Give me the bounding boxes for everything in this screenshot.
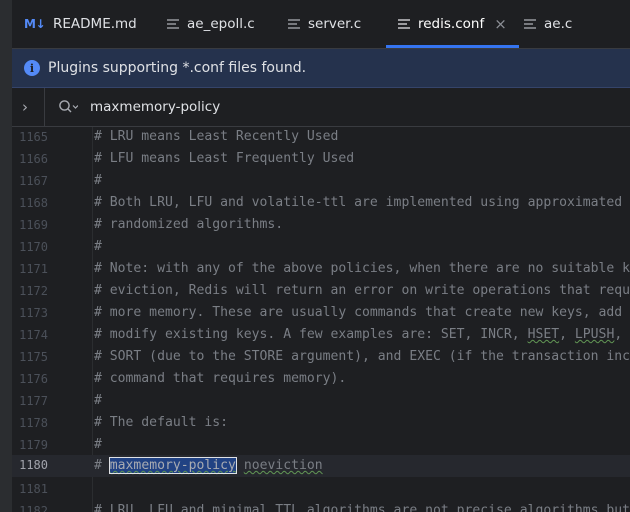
- line-number: 1166: [19, 152, 48, 166]
- line-number: 1172: [19, 284, 48, 298]
- code-segment: , SUNIONSTORE,: [614, 327, 623, 342]
- code-line: 1175 # SORT (due to the STORE argument), …: [12, 347, 630, 369]
- current-code-line: 1180 # maxmemory-policy noeviction: [12, 455, 630, 477]
- left-tool-strip: [0, 0, 12, 512]
- line-number: 1176: [19, 372, 48, 386]
- line-text: # Note: with any of the above policies, …: [94, 261, 630, 276]
- code-line: 1165 # LRU means Least Recently Used: [12, 127, 630, 149]
- line-number: 1173: [19, 306, 48, 320]
- code-segment: # modify existing keys. A few examples a…: [94, 327, 528, 342]
- line-text: #: [94, 437, 102, 452]
- find-bar: ›: [12, 88, 630, 127]
- divider: [44, 88, 45, 126]
- line-text: # randomized algorithms.: [94, 217, 284, 232]
- line-text: # command that requires memory).: [94, 371, 347, 386]
- line-text: # modify existing keys. A few examples a…: [94, 327, 630, 342]
- chevron-right-icon[interactable]: ›: [22, 98, 28, 116]
- code-line: 1177 #: [12, 391, 630, 413]
- code-segment: ,: [559, 327, 575, 342]
- line-number: 1168: [19, 196, 48, 210]
- line-number: 1167: [19, 174, 48, 188]
- line-number: 1165: [19, 130, 48, 144]
- code-line: 1170 #: [12, 237, 630, 259]
- line-number: 1174: [19, 328, 48, 342]
- tab-ae-epoll[interactable]: ae_epoll.c: [167, 0, 255, 48]
- line-number: 1170: [19, 240, 48, 254]
- editor-tab-bar: M↓ README.md ae_epoll.c server.c redis.c…: [12, 0, 630, 49]
- line-number: 1178: [19, 416, 48, 430]
- code-line: 1176 # command that requires memory).: [12, 369, 630, 391]
- line-text: # more memory. These are usually command…: [94, 305, 630, 320]
- code-line: 1178 # The default is:: [12, 413, 630, 435]
- close-icon[interactable]: ×: [494, 15, 507, 33]
- line-text: # LFU means Least Frequently Used: [94, 151, 355, 166]
- line-text: # Both LRU, LFU and volatile-ttl are imp…: [94, 195, 623, 210]
- code-editor[interactable]: 1165 # LRU means Least Recently Used 1166…: [12, 127, 630, 512]
- tab-label: README.md: [53, 16, 137, 32]
- notification-text: Plugins supporting *.conf files found.: [48, 60, 307, 76]
- tab-readme[interactable]: M↓ README.md: [24, 0, 137, 48]
- spelling-warning: noeviction: [243, 458, 323, 473]
- tab-label: server.c: [308, 16, 362, 32]
- code-line: 1168 # Both LRU, LFU and volatile-ttl are…: [12, 193, 630, 215]
- search-match-highlight: maxmemory-policy: [108, 457, 237, 474]
- code-line: 1172 # eviction, Redis will return an err…: [12, 281, 630, 303]
- line-text: #: [94, 393, 102, 408]
- text-file-icon: [288, 19, 300, 29]
- line-number: 1175: [19, 350, 48, 364]
- line-text: # LRU means Least Recently Used: [94, 129, 339, 144]
- markdown-icon: M↓: [24, 17, 46, 31]
- code-line: 1174 # modify existing keys. A few exampl…: [12, 325, 630, 347]
- tab-ae-c[interactable]: ae.c: [524, 0, 572, 48]
- code-line: 1173 # more memory. These are usually com…: [12, 303, 630, 325]
- text-file-icon: [398, 19, 410, 29]
- code-line: 1171 # Note: with any of the above polici…: [12, 259, 630, 281]
- plugin-notification-banner: i Plugins supporting *.conf files found.: [12, 49, 630, 88]
- line-number: 1181: [19, 482, 48, 496]
- spelling-warning: LPUSH: [574, 327, 615, 342]
- code-line: 1181: [12, 479, 630, 501]
- search-input[interactable]: [90, 97, 510, 117]
- tab-label: ae_epoll.c: [187, 16, 255, 32]
- line-text: # maxmemory-policy noeviction: [94, 457, 323, 474]
- line-text: #: [94, 173, 102, 188]
- tab-label: ae.c: [544, 16, 573, 32]
- tab-label: redis.conf: [418, 16, 485, 32]
- line-text: #: [94, 239, 102, 254]
- tab-server[interactable]: server.c: [288, 0, 361, 48]
- line-text: # SORT (due to the STORE argument), and …: [94, 349, 630, 364]
- code-segment: #: [94, 458, 110, 473]
- code-line: 1182 # LRU, LFU and minimal TTL algorithm…: [12, 501, 630, 512]
- line-number: 1180: [19, 458, 48, 472]
- line-number: 1169: [19, 218, 48, 232]
- code-line: 1179 #: [12, 435, 630, 457]
- line-text: # LRU, LFU and minimal TTL algorithms ar…: [94, 503, 630, 512]
- line-number: 1179: [19, 438, 48, 452]
- line-number: 1182: [19, 504, 48, 512]
- code-line: 1167 #: [12, 171, 630, 193]
- text-file-icon: [524, 19, 536, 29]
- code-line: 1169 # randomized algorithms.: [12, 215, 630, 237]
- line-number: 1171: [19, 262, 48, 276]
- line-text: # The default is:: [94, 415, 229, 430]
- info-icon: i: [24, 60, 40, 76]
- code-line: 1166 # LFU means Least Frequently Used: [12, 149, 630, 171]
- text-file-icon: [167, 19, 179, 29]
- search-icon[interactable]: [58, 99, 78, 115]
- line-number: 1177: [19, 394, 48, 408]
- tab-redis-conf[interactable]: redis.conf ×: [386, 0, 519, 48]
- spelling-warning: HSET: [527, 327, 560, 342]
- line-text: # eviction, Redis will return an error o…: [94, 283, 630, 298]
